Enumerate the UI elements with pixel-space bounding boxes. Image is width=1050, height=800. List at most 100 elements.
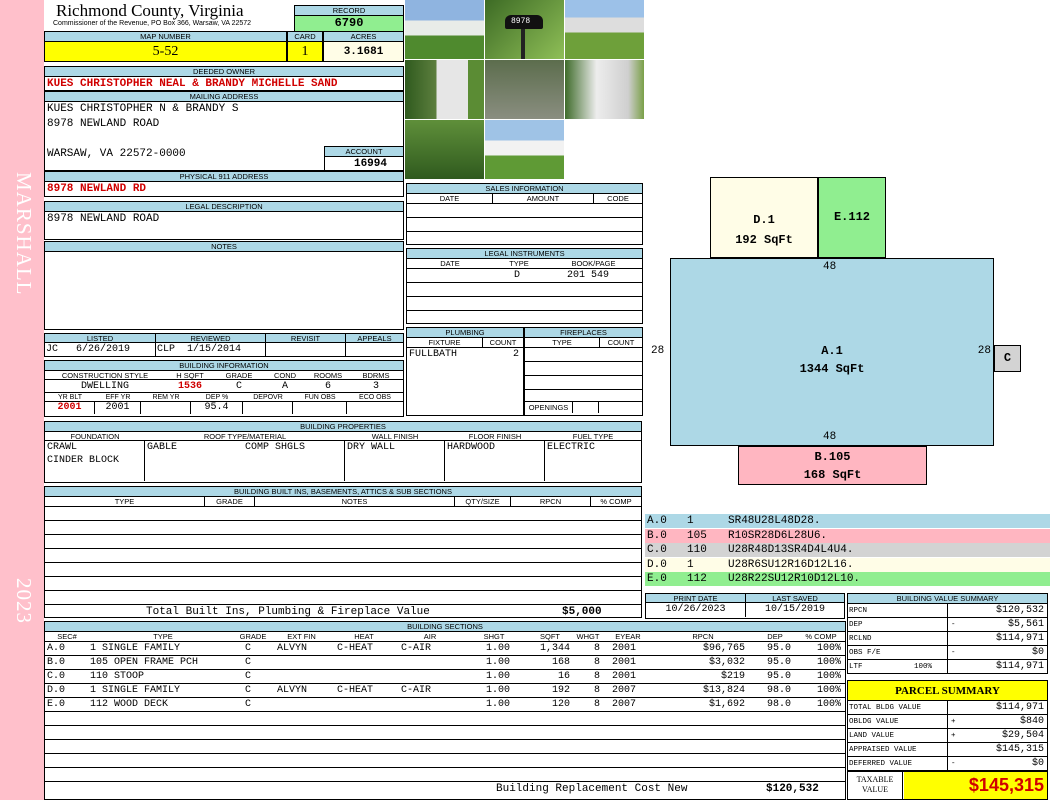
builtins-col-grade: GRADE [205, 497, 255, 506]
col-eco-obs: ECO OBS [359, 394, 391, 401]
legend-code: A.0 [647, 515, 667, 527]
sketch-e-name: E.112 [833, 210, 870, 224]
sections-total: $120,532 [766, 783, 819, 795]
sketch-section-d[interactable]: D.1 192 SqFt [710, 177, 818, 258]
sketch-a-bottom: 48 [823, 431, 837, 443]
sections-col: % COMP [805, 632, 837, 641]
county-header: Richmond County, Virginia Commissioner o… [44, 0, 294, 30]
bvs-value: $114,971 [995, 633, 1044, 644]
instr-col-book: BOOK/PAGE [571, 259, 616, 268]
col-bdrms: BDRMS [362, 371, 390, 380]
sketch-section-e[interactable]: E.112 [818, 177, 886, 258]
sketch-section-c[interactable]: C [994, 345, 1021, 372]
section-whgt: 8 [593, 699, 600, 710]
sketch-b-name: B.105 [814, 450, 851, 464]
section-row[interactable]: E.0 112 WOOD DECK C 1.00 120 8 2007 $1,692 98.0 1… [45, 698, 845, 711]
sections-col: EXT FIN [287, 632, 316, 641]
section-whgt: 8 [593, 643, 600, 654]
section-ext: ALVYN [277, 643, 308, 654]
dates-box: PRINT DATE LAST SAVED 10/26/2023 10/15/2… [645, 593, 845, 619]
parcel-key: OBLDG VALUE [849, 718, 899, 726]
sections-col: SEC# [57, 632, 77, 641]
sections-col: TYPE [153, 632, 173, 641]
parcel-summary: PARCEL SUMMARY TOTAL BLDG VALUE $114,971 O… [847, 680, 1048, 771]
sketch-c-name: C [1003, 351, 1012, 365]
sketch-a-name: A.1 [821, 344, 843, 358]
bvs-pct: 100% [914, 663, 933, 671]
section-type: 112 WOOD DECK [90, 699, 169, 710]
district-label: MARSHALL [12, 172, 36, 296]
section-dep: 95.0 [766, 671, 791, 682]
bvs-key: LTF [849, 663, 863, 671]
section-row[interactable]: B.0 105 OPEN FRAME PCH C 1.00 168 8 2001 $3,032… [45, 656, 845, 669]
legend-code: D.0 [647, 558, 667, 571]
section-shgt: 1.00 [485, 643, 510, 654]
porch-photo[interactable] [405, 60, 484, 119]
sales-col-date: DATE [407, 194, 493, 203]
sections-label: BUILDING SECTIONS [45, 622, 845, 632]
bvs-key: DEP [849, 621, 863, 629]
section-eyear: 2001 [611, 657, 636, 668]
section-air: C-AIR [401, 685, 432, 696]
section-sqft: 120 [551, 699, 570, 710]
section-comp: 100% [816, 699, 841, 710]
owner-name: KUES CHRISTOPHER NEAL & BRANDY MICHELLE … [47, 78, 338, 90]
sections-col: HEAT [354, 632, 374, 641]
section-air: C-AIR [401, 643, 432, 654]
bedrooms: 3 [372, 381, 379, 392]
section-rpcn: $1,692 [708, 699, 745, 710]
section-sec: B.0 [47, 657, 66, 668]
legend-num: 1 [687, 558, 694, 571]
sketch-section-b[interactable]: B.105 168 SqFt [738, 446, 927, 485]
legend-path: SR48U28L48D28. [728, 515, 821, 527]
section-rpcn: $3,032 [708, 657, 745, 668]
section-sec: D.0 [47, 685, 66, 696]
print-date-label: PRINT DATE [646, 594, 746, 603]
map-label: MAP NUMBER [45, 32, 286, 42]
section-type: 110 STOOP [90, 671, 145, 682]
builtins-col-comp: % COMP [600, 497, 632, 506]
taxable-label-1: TAXABLE [856, 775, 894, 784]
listed-by: JC [46, 344, 59, 355]
legend-num: 112 [687, 573, 707, 585]
instr-col-date: DATE [440, 259, 460, 268]
section-sqft: 16 [557, 671, 570, 682]
mailbox-photo[interactable]: 8978 [485, 0, 564, 59]
sketch-a-right: 28 [977, 345, 991, 357]
legend-path: U28R48D13SR4D4L4U4. [728, 544, 854, 556]
bvs-sign: - [951, 649, 956, 657]
sections-col: WHGT [576, 632, 600, 641]
house-photo[interactable] [405, 0, 484, 59]
section-shgt: 1.00 [485, 699, 510, 710]
driveway-photo[interactable] [485, 60, 564, 119]
col-rooms: ROOMS [313, 371, 343, 380]
front-photo[interactable] [485, 120, 564, 179]
record-label: RECORD [295, 6, 403, 16]
roof-material: COMP SHGLS [245, 442, 306, 453]
section-eyear: 2001 [611, 671, 636, 682]
section-comp: 100% [816, 671, 841, 682]
section-row[interactable]: D.0 1 SINGLE FAMILY C ALVYN C-HEAT C-AIR 1.00 1… [45, 684, 845, 697]
sketch-section-a[interactable]: 48 48 28 28 A.1 1344 SqFt [651, 258, 994, 446]
section-grade: C [245, 699, 252, 710]
sketch-legend: A.0 1 SR48U28L48D28. B.0 105 R10SR28D6L28U6. C… [645, 514, 1050, 588]
section-eyear: 2001 [611, 643, 636, 654]
bvs-row: RCLND $114,971 [848, 632, 1047, 646]
yard-photo[interactable] [565, 0, 644, 59]
instr-type: D [514, 270, 521, 281]
bvs-key: OBS F/E [849, 649, 881, 657]
parcel-sign: + [951, 732, 956, 740]
section-row[interactable]: C.0 110 STOOP C 1.00 16 8 2001 $219 95.0 100% [45, 670, 845, 683]
side-photo[interactable] [565, 60, 644, 119]
col-hsqft: H SQFT [176, 371, 204, 380]
commissioner-address: Commissioner of the Revenue, PO Box 366,… [53, 20, 252, 27]
section-sqft: 168 [551, 657, 570, 668]
section-rpcn: $219 [720, 671, 745, 682]
bvs-value: $120,532 [995, 605, 1044, 616]
section-comp: 100% [816, 685, 841, 696]
reviewed-by: CLP [157, 344, 176, 355]
section-row[interactable]: A.0 1 SINGLE FAMILY C ALVYN C-HEAT C-AIR 1.00 1… [45, 642, 845, 655]
col-depovr: DEPOVR [253, 394, 283, 401]
trees-photo[interactable] [405, 120, 484, 179]
floor-finish: HARDWOOD [445, 441, 545, 481]
